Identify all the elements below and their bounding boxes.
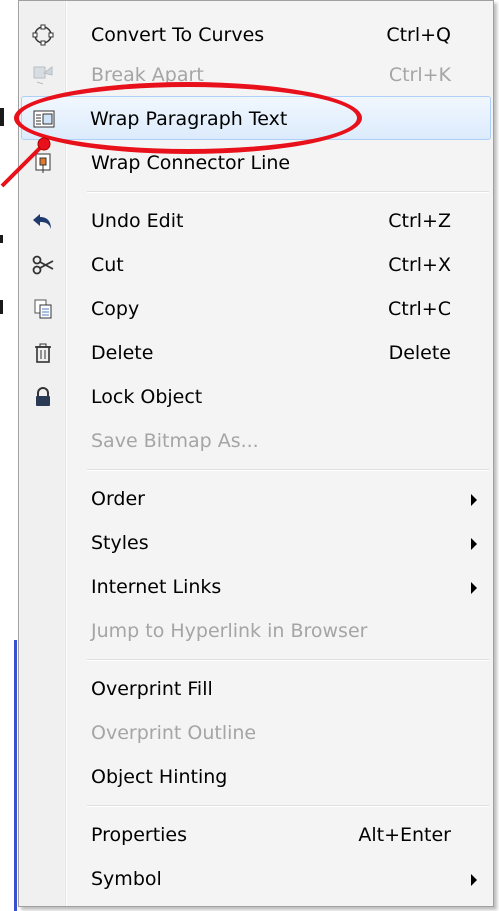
scissors-icon	[21, 243, 65, 287]
menu-item-internet-links[interactable]: Internet Links	[21, 565, 491, 609]
menu-item-label: Delete	[91, 342, 154, 364]
annotation-ellipse	[14, 82, 362, 154]
menu-item-overprint-outline[interactable]: Overprint Outline	[21, 711, 491, 755]
menu-item-undo-edit[interactable]: Undo Edit Ctrl+Z	[21, 199, 491, 243]
submenu-arrow-icon	[471, 582, 477, 594]
menu-item-overprint-fill[interactable]: Overprint Fill	[21, 667, 491, 711]
menu-item-lock-object[interactable]: Lock Object	[21, 375, 491, 419]
menu-item-label: Internet Links	[91, 576, 222, 598]
menu-item-label: Overprint Outline	[91, 722, 257, 744]
annotation-pointer-line	[0, 137, 51, 188]
trash-icon	[21, 331, 65, 375]
menu-item-label: Convert To Curves	[91, 24, 265, 46]
menu-item-label: Symbol	[91, 868, 162, 890]
menu-separator	[87, 191, 489, 193]
menu-item-label: Undo Edit	[91, 210, 184, 232]
copy-icon	[21, 287, 65, 331]
menu-item-order[interactable]: Order	[21, 477, 491, 521]
menu-item-properties[interactable]: Properties Alt+Enter	[21, 813, 491, 857]
menu-item-copy[interactable]: Copy Ctrl+C	[21, 287, 491, 331]
menu-item-save-bitmap-as[interactable]: Save Bitmap As...	[21, 419, 491, 463]
submenu-arrow-icon	[471, 538, 477, 550]
menu-separator	[87, 659, 489, 661]
menu-item-label: Copy	[91, 298, 140, 320]
menu-item-shortcut: Ctrl+Q	[386, 24, 451, 46]
menu-item-label: Lock Object	[91, 386, 203, 408]
menu-item-object-hinting[interactable]: Object Hinting	[21, 755, 491, 799]
lock-icon	[21, 375, 65, 419]
menu-item-label: Order	[91, 488, 145, 510]
submenu-arrow-icon	[471, 874, 477, 886]
menu-item-label: Jump to Hyperlink in Browser	[91, 620, 368, 642]
menu-item-label: Cut	[91, 254, 124, 276]
menu-item-label: Save Bitmap As...	[91, 430, 259, 452]
menu-item-label: Overprint Fill	[91, 678, 213, 700]
menu-item-cut[interactable]: Cut Ctrl+X	[21, 243, 491, 287]
menu-item-delete[interactable]: Delete Delete	[21, 331, 491, 375]
menu-item-label: Object Hinting	[91, 766, 228, 788]
menu-item-shortcut: Ctrl+Z	[388, 210, 451, 232]
menu-separator	[87, 805, 489, 807]
menu-separator	[87, 469, 489, 471]
menu-item-shortcut: Ctrl+K	[388, 64, 451, 86]
undo-icon	[21, 199, 65, 243]
menu-item-label: Properties	[91, 824, 188, 846]
menu-item-shortcut: Ctrl+X	[388, 254, 451, 276]
menu-item-shortcut: Alt+Enter	[358, 824, 451, 846]
background-fragment	[0, 300, 3, 314]
menu-item-shortcut: Ctrl+C	[388, 298, 451, 320]
menu-item-styles[interactable]: Styles	[21, 521, 491, 565]
menu-item-convert-to-curves[interactable]: Convert To Curves Ctrl+Q	[21, 13, 491, 57]
menu-item-symbol[interactable]: Symbol	[21, 857, 491, 901]
menu-item-jump-to-hyperlink[interactable]: Jump to Hyperlink in Browser	[21, 609, 491, 653]
menu-item-label: Styles	[91, 532, 149, 554]
submenu-arrow-icon	[471, 494, 477, 506]
background-fragment	[0, 235, 3, 243]
menu-item-shortcut: Delete	[388, 342, 451, 364]
background-fragment	[14, 640, 17, 911]
